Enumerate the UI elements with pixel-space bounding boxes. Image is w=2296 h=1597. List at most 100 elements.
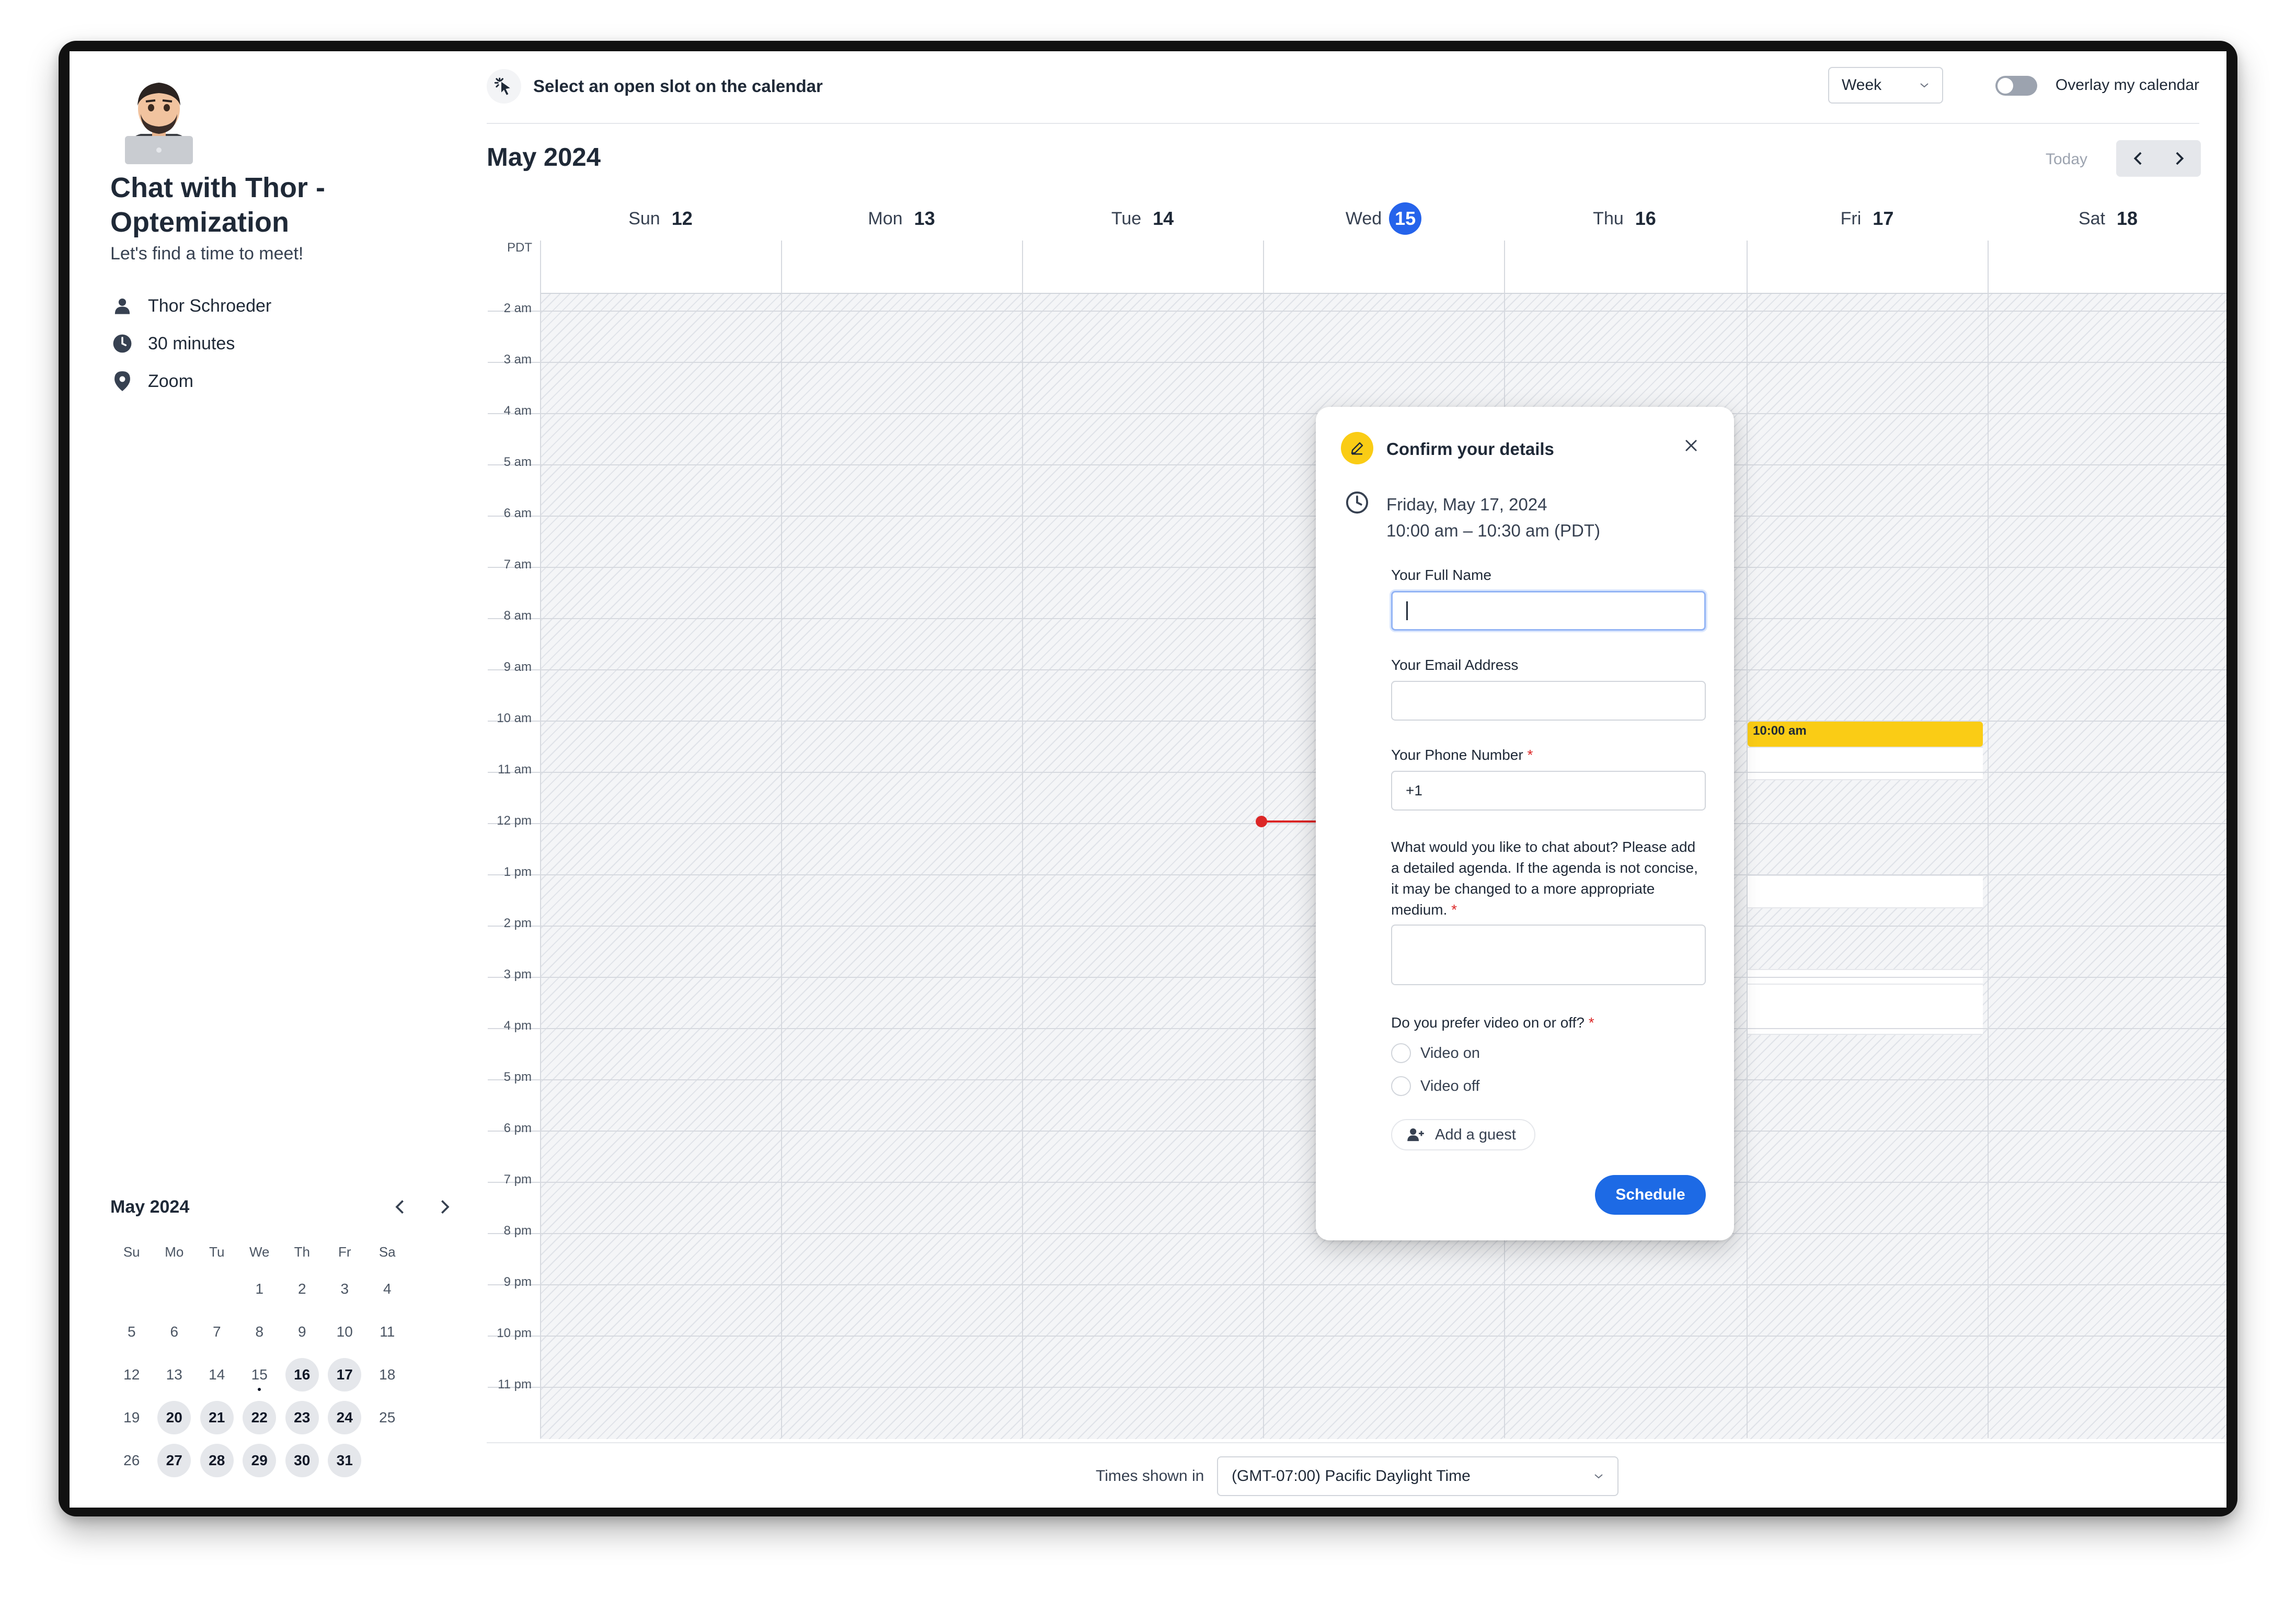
mini-day: 1 <box>238 1268 281 1310</box>
mini-day-number: 31 <box>328 1444 362 1477</box>
column-divider <box>1747 241 1748 1438</box>
video-off-label: Video off <box>1420 1077 1480 1094</box>
mini-day-number: 30 <box>285 1444 319 1477</box>
selected-event[interactable]: 10:00 am <box>1748 722 1983 747</box>
mini-prev-month-button[interactable] <box>385 1193 414 1221</box>
open-slot[interactable] <box>1747 747 1983 780</box>
day-name: Sun <box>628 208 660 229</box>
phone-label: Your Phone Number * <box>1391 747 1533 763</box>
mini-day-number: 22 <box>243 1401 277 1434</box>
times-shown-label: Times shown in <box>1096 1467 1204 1485</box>
weekday-label: We <box>249 1244 270 1260</box>
avatar <box>120 75 198 164</box>
mini-calendar: May 2024 Su Mo Tu We Th Fr Sa 1 2 3 4 5 6 7 8 9 10 11 12 13… <box>110 1191 471 1482</box>
booking-date: Friday, May 17, 2024 <box>1386 495 1547 514</box>
chevron-left-icon <box>2133 152 2142 165</box>
topbar: Select an open slot on the calendar Week… <box>487 51 2199 124</box>
cursor-click-icon <box>487 69 521 104</box>
mini-day: 13 <box>153 1353 196 1396</box>
mini-day-empty <box>153 1268 196 1310</box>
clock-icon <box>1345 490 1369 515</box>
mini-day-number: 28 <box>200 1444 234 1477</box>
video-off-radio[interactable]: Video off <box>1391 1075 1479 1098</box>
required-mark: * <box>1451 902 1457 918</box>
open-slot[interactable] <box>1747 984 1983 1035</box>
mini-calendar-grid: Su Mo Tu We Th Fr Sa 1 2 3 4 5 6 7 8 9 10 11 12 13 14 15 16 17 1… <box>110 1236 471 1482</box>
view-select-value: Week <box>1842 76 1882 94</box>
radio-circle <box>1391 1076 1411 1096</box>
hour-label: 5 am <box>503 455 532 469</box>
column-divider <box>1988 241 1989 1438</box>
mini-day-number: 4 <box>383 1281 392 1297</box>
host-name: Thor Schroeder <box>148 295 272 316</box>
weekday-label: Th <box>294 1244 310 1260</box>
mini-day[interactable]: 16 <box>281 1353 324 1396</box>
mini-day[interactable]: 23 <box>281 1396 324 1439</box>
day-number: 16 <box>1635 208 1656 229</box>
mini-day[interactable]: 30 <box>281 1439 324 1482</box>
mini-day: 19 <box>110 1396 153 1439</box>
video-on-radio[interactable]: Video on <box>1391 1042 1480 1065</box>
mini-day-number: 25 <box>379 1409 396 1425</box>
mini-day: 25 <box>366 1396 409 1439</box>
mini-day-empty <box>366 1439 409 1482</box>
next-week-button[interactable] <box>2159 140 2201 177</box>
mini-day: 11 <box>366 1310 409 1353</box>
timezone-abbr: PDT <box>507 241 532 255</box>
mini-day[interactable]: 28 <box>196 1439 238 1482</box>
day-header-tue: Tue 14 <box>1022 203 1263 234</box>
mini-day[interactable]: 27 <box>153 1439 196 1482</box>
mini-day: 9 <box>281 1310 324 1353</box>
mini-day[interactable]: 24 <box>324 1396 366 1439</box>
mini-day: 12 <box>110 1353 153 1396</box>
day-header-mon: Mon 13 <box>781 203 1022 234</box>
mini-day[interactable]: 22 <box>238 1396 281 1439</box>
hour-label: 3 am <box>503 352 532 367</box>
hour-line <box>488 1284 2226 1285</box>
text-caret <box>1406 601 1408 620</box>
mini-day-number: 16 <box>285 1358 319 1391</box>
mini-next-month-button[interactable] <box>431 1193 460 1221</box>
mini-day[interactable]: 21 <box>196 1396 238 1439</box>
timezone-select[interactable]: (GMT-07:00) Pacific Daylight Time <box>1217 1456 1618 1496</box>
overlay-calendar-toggle[interactable] <box>1995 76 2037 96</box>
mini-day-number: 27 <box>157 1444 191 1477</box>
mini-day[interactable]: 29 <box>238 1439 281 1482</box>
mini-day-number: 18 <box>379 1366 396 1383</box>
mini-day: 6 <box>153 1310 196 1353</box>
confirm-details-dialog: Confirm your details Friday, May 17, 202… <box>1316 407 1734 1240</box>
email-input[interactable] <box>1391 681 1706 721</box>
today-button[interactable]: Today <box>2046 151 2087 168</box>
clock-icon <box>110 332 134 356</box>
mini-day-number: 19 <box>123 1409 140 1425</box>
day-name: Tue <box>1111 208 1142 229</box>
open-slot[interactable] <box>1747 875 1983 908</box>
hour-label: 4 pm <box>503 1019 532 1033</box>
add-user-icon <box>1407 1127 1425 1143</box>
current-time-dot <box>1256 816 1267 827</box>
phone-input[interactable]: +1 <box>1391 771 1706 811</box>
mini-day-number: 21 <box>200 1401 234 1434</box>
required-mark: * <box>1588 1014 1594 1031</box>
mini-day[interactable]: 20 <box>153 1396 196 1439</box>
hour-label: 8 pm <box>503 1224 532 1238</box>
prev-week-button[interactable] <box>2116 140 2159 177</box>
close-dialog-button[interactable] <box>1679 433 1704 458</box>
mini-day-number: 10 <box>336 1324 353 1340</box>
mini-day-number: 14 <box>209 1366 225 1383</box>
phone-label-text: Your Phone Number <box>1391 747 1523 763</box>
add-guest-button[interactable]: Add a guest <box>1391 1119 1535 1150</box>
mini-day[interactable]: 31 <box>324 1439 366 1482</box>
weekday-label: Sa <box>378 1244 396 1260</box>
view-select[interactable]: Week <box>1828 67 1943 104</box>
video-on-label: Video on <box>1420 1044 1480 1062</box>
calendar-month-title: May 2024 <box>487 143 601 172</box>
schedule-button[interactable]: Schedule <box>1595 1175 1706 1215</box>
scheduling-app: Chat with Thor - Optemization Let's find… <box>70 51 2226 1508</box>
timezone-value: (GMT-07:00) Pacific Daylight Time <box>1232 1467 1471 1485</box>
hour-label: 8 am <box>503 609 532 623</box>
mini-day[interactable]: 17 <box>324 1353 366 1396</box>
agenda-textarea[interactable] <box>1391 925 1706 985</box>
mini-day: 3 <box>324 1268 366 1310</box>
full-name-input[interactable] <box>1391 591 1706 631</box>
